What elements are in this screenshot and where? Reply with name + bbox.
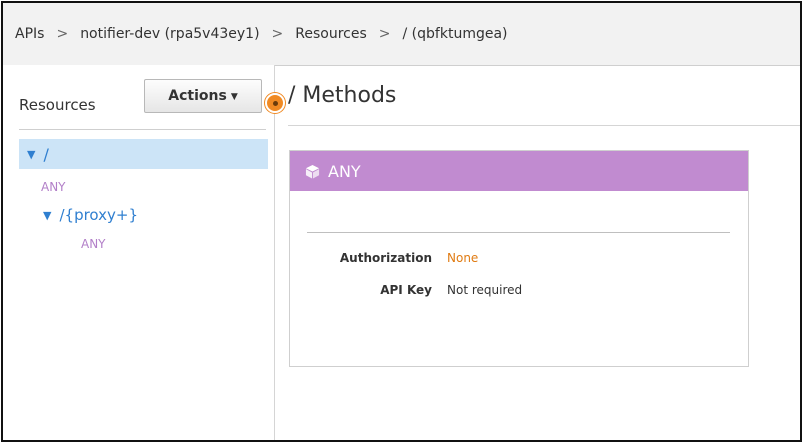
card-divider bbox=[307, 232, 730, 233]
actions-label: Actions bbox=[168, 88, 227, 104]
authorization-value[interactable]: None bbox=[447, 251, 478, 265]
tree-item-proxy-path: /{proxy+} bbox=[59, 206, 139, 224]
expand-triangle-icon[interactable]: ▼ bbox=[43, 209, 51, 222]
tree-item-root[interactable]: ▼ / bbox=[19, 139, 268, 169]
method-card-title: ANY bbox=[328, 161, 361, 181]
tree-item-proxy[interactable]: ▼ /{proxy+} bbox=[43, 203, 138, 227]
resources-title: Resources bbox=[19, 96, 96, 114]
orange-dot-icon bbox=[265, 93, 285, 113]
tree-method-root-any[interactable]: ANY bbox=[41, 180, 66, 194]
resources-panel: Resources Actions ▼ ▼ / ANY ▼ /{proxy+} … bbox=[3, 65, 275, 440]
breadcrumb-separator: > bbox=[378, 26, 391, 42]
tree-method-proxy-any[interactable]: ANY bbox=[81, 237, 106, 251]
method-card-header[interactable]: ANY bbox=[290, 151, 748, 191]
api-gateway-console: APIs > notifier-dev (rpa5v43ey1) > Resou… bbox=[1, 1, 802, 442]
breadcrumb-separator: > bbox=[56, 26, 69, 42]
panel-divider bbox=[19, 129, 266, 130]
authorization-label: Authorization bbox=[339, 251, 432, 265]
api-key-label: API Key bbox=[380, 283, 432, 297]
cube-icon bbox=[305, 164, 320, 179]
title-divider bbox=[288, 125, 800, 126]
breadcrumb-current-resource: / (qbfktumgea) bbox=[402, 26, 508, 42]
breadcrumb-resources[interactable]: Resources bbox=[295, 26, 367, 42]
tree-item-root-path: / bbox=[43, 144, 49, 164]
method-card[interactable]: ANY Authorization None API Key Not requi… bbox=[289, 150, 749, 367]
breadcrumb: APIs > notifier-dev (rpa5v43ey1) > Resou… bbox=[3, 3, 800, 66]
expand-triangle-icon[interactable]: ▼ bbox=[27, 148, 35, 161]
api-key-value: Not required bbox=[447, 283, 523, 297]
breadcrumb-apis[interactable]: APIs bbox=[15, 26, 44, 42]
page-title: / Methods bbox=[288, 83, 397, 108]
breadcrumb-separator: > bbox=[271, 26, 284, 42]
breadcrumb-api-name[interactable]: notifier-dev (rpa5v43ey1) bbox=[80, 26, 259, 42]
actions-button[interactable]: Actions ▼ bbox=[144, 79, 262, 113]
caret-down-icon: ▼ bbox=[230, 92, 238, 102]
